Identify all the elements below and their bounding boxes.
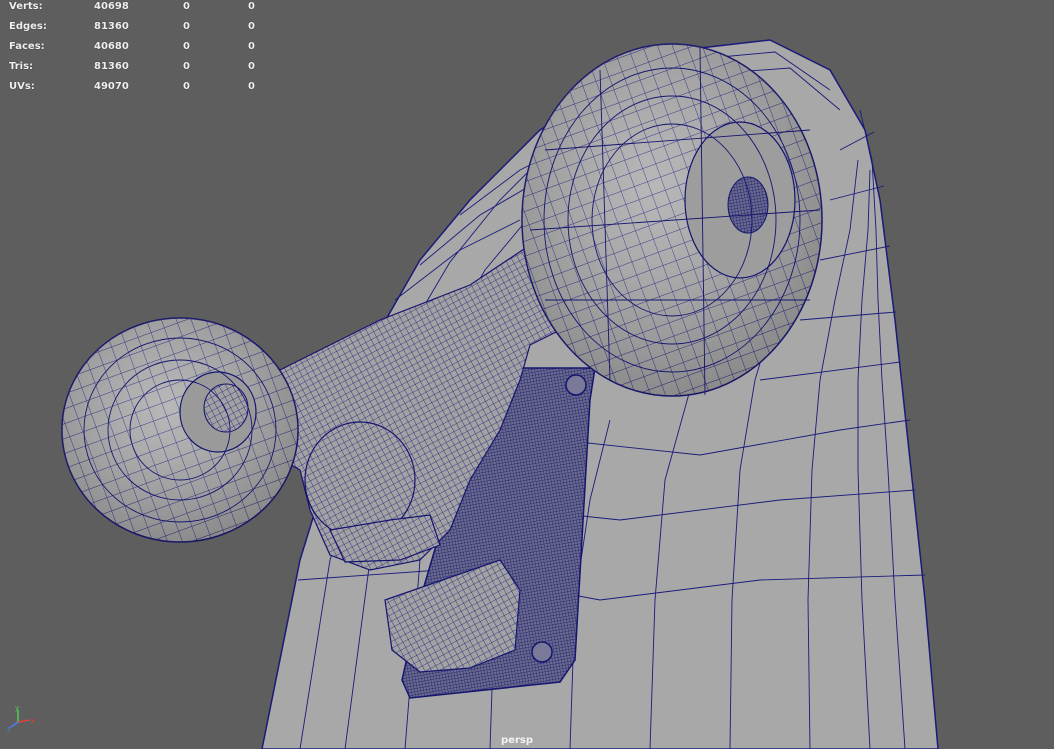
hud-value: 81360	[94, 61, 129, 72]
hud-label: Edges:	[9, 21, 47, 32]
scene-canvas[interactable]	[0, 0, 1054, 749]
wheel-right[interactable]	[521, 43, 823, 397]
x-axis-label: x	[31, 717, 35, 725]
x-axis-line	[17, 719, 31, 723]
hud-value: 0	[248, 1, 255, 12]
hud-label: Verts:	[9, 1, 43, 12]
hud-value: 0	[248, 21, 255, 32]
hud-label: Tris:	[9, 61, 34, 72]
z-axis-line	[10, 721, 19, 728]
3d-viewport[interactable]: Verts: 40698 0 0 Edges: 81360 0 0 Faces:…	[0, 0, 1054, 749]
axis-gizmo: y x z	[7, 704, 35, 732]
hud-value: 0	[183, 1, 190, 12]
z-axis-label: z	[7, 725, 11, 732]
hud-value: 0	[183, 61, 190, 72]
wheel-left[interactable]	[61, 317, 299, 543]
hud-label: Faces:	[9, 41, 45, 52]
hud-value: 81360	[94, 21, 129, 32]
hud-value: 0	[183, 81, 190, 92]
hud-value: 0	[248, 41, 255, 52]
hud-value: 40680	[94, 41, 129, 52]
hud-value: 0	[248, 61, 255, 72]
hud-value: 0	[248, 81, 255, 92]
camera-name-label: persp	[501, 735, 533, 746]
hud-label: UVs:	[9, 81, 35, 92]
hud-value: 0	[183, 21, 190, 32]
hud-value: 49070	[94, 81, 129, 92]
hud-value: 0	[183, 41, 190, 52]
hud-value: 40698	[94, 1, 129, 12]
y-axis-label: y	[15, 704, 19, 712]
